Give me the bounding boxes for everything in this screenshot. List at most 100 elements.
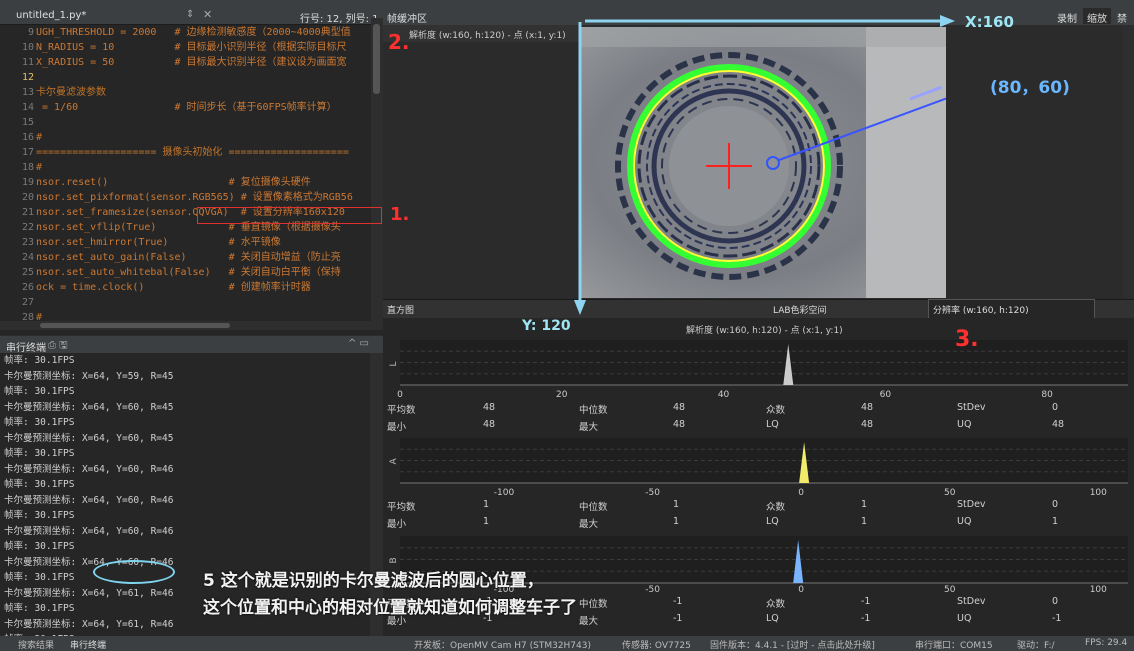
code-line[interactable]: 14 = 1/60 # 时间步长（基于60FPS帧率计算） [0, 100, 371, 115]
line-number: 17 [21, 147, 34, 158]
code-line[interactable]: 27 [0, 295, 371, 310]
stat-value: 1 [483, 516, 490, 527]
stat-label: 最小 [387, 422, 407, 433]
center-coordinate-label: (80，60) [990, 78, 1070, 98]
code-text: = 1/60 # 时间步长（基于60FPS帧率计算） [36, 102, 337, 113]
stat-label: 众数 [766, 405, 786, 416]
cursor-position: 行号: 12, 列号: 1 [300, 14, 379, 25]
code-line[interactable]: 11 X_RADIUS = 50 # 目标最大识别半径（建议设为画面宽 [0, 55, 371, 70]
line-number: 19 [21, 177, 34, 188]
stat-value: 0 [1052, 402, 1059, 413]
frame-buffer-resolution-tab: 解析度 (w:160, h:120) - 点 (x:1, y:1) [383, 25, 580, 42]
zoom-button[interactable]: 缩放 [1083, 8, 1111, 25]
code-line[interactable]: 23 nsor.set_hmirror(True) # 水平镜像 [0, 235, 371, 250]
stat-label: UQ [957, 516, 972, 527]
stat-value: -1 [861, 613, 871, 624]
serial-port-info: 串行端口：COM15 [915, 641, 993, 651]
stat-value: -1 [673, 613, 683, 624]
stat-value: 48 [1052, 419, 1065, 430]
stat-value: 48 [673, 402, 686, 413]
stat-value: 0 [1052, 596, 1059, 607]
code-line[interactable]: 19 nsor.reset() # 复位摄像头硬件 [0, 175, 371, 190]
line-number: 11 [21, 57, 34, 68]
line-number: 15 [21, 117, 34, 128]
frame-buffer-scrollbar[interactable] [1122, 25, 1134, 298]
stat-value: 1 [483, 499, 490, 510]
resolution-label: 分辨率 (w:160, h:120) [933, 306, 1029, 316]
stat-label: UQ [957, 613, 972, 624]
stat-label: StDev [957, 499, 986, 510]
code-text: nsor.reset() # 复位摄像头硬件 [36, 177, 311, 188]
editor-vertical-scroll-thumb[interactable] [373, 24, 380, 94]
annotation-label-1: 1. [390, 204, 410, 225]
code-line[interactable]: 10 N_RADIUS = 10 # 目标最小识别半径（根据实际目标尺 [0, 40, 371, 55]
code-line[interactable]: 9 UGH_THRESHOLD = 2000 # 边缘检测敏感度（2000~400… [0, 25, 371, 40]
line-number: 27 [21, 297, 34, 308]
stat-label: LQ [766, 613, 779, 624]
code-text: UGH_THRESHOLD = 2000 # 边缘检测敏感度（2000~4000… [36, 27, 351, 38]
code-line[interactable]: 15 [0, 115, 371, 130]
stat-label: 最大 [579, 519, 599, 530]
frame-buffer-header [383, 7, 1134, 25]
serial-output-line: 帧率: 30.1FPS [4, 448, 75, 459]
code-text: nsor.set_pixformat(sensor.RGB565) # 设置像素… [36, 192, 353, 203]
code-text: X_RADIUS = 50 # 目标最大识别半径（建议设为画面宽 [36, 57, 347, 68]
explanation-note-line-2: 这个位置和中心的相对位置就知道如何调整车子了 [203, 598, 577, 618]
serial-output-line: 卡尔曼预测坐标: X=64, Y=61, R=46 [4, 618, 174, 630]
editor-tab-name[interactable]: untitled_1.py* [16, 10, 86, 21]
drive-info: 驱动：F:/ [1017, 641, 1055, 651]
line-number: 22 [21, 222, 34, 233]
record-button[interactable]: 录制 [1053, 8, 1081, 25]
line-number: 16 [21, 132, 34, 143]
editor-horizontal-scroll-thumb[interactable] [40, 323, 230, 328]
close-tab-icon[interactable]: ✕ [203, 8, 212, 21]
serial-output-line: 帧率: 30.1FPS [4, 386, 75, 397]
line-number: 26 [21, 282, 34, 293]
serial-output-line: 卡尔曼预测坐标: X=64, Y=60, R=46 [4, 463, 174, 475]
line-number: 13 [21, 87, 34, 98]
code-text: # [36, 132, 43, 143]
disable-button[interactable]: 禁用 [1113, 8, 1134, 40]
serial-terminal-tab[interactable]: 串行终端 [70, 638, 106, 651]
stat-value: 48 [483, 402, 496, 413]
stat-label: UQ [957, 419, 972, 430]
stat-label: 平均数 [387, 502, 416, 513]
code-line[interactable]: 26 ock = time.clock() # 创建帧率计时器 [0, 280, 371, 295]
code-lines[interactable]: 9 UGH_THRESHOLD = 2000 # 边缘检测敏感度（2000~400… [0, 25, 371, 325]
serial-output-line: 卡尔曼预测坐标: X=64, Y=60, R=46 [4, 525, 174, 537]
stat-label: 平均数 [387, 405, 416, 416]
code-line[interactable]: 17 ==================== 摄像头初始化 ==========… [0, 145, 371, 160]
code-line[interactable]: 12 [0, 70, 371, 85]
tab-switch-icon[interactable]: ⇕ [186, 9, 194, 20]
code-line[interactable]: 24 nsor.set_auto_gain(False) # 关闭自动增益（防止亮 [0, 250, 371, 265]
code-line[interactable]: 20 nsor.set_pixformat(sensor.RGB565) # 设置… [0, 190, 371, 205]
stat-value: 1 [861, 499, 868, 510]
qqvga-highlight-box [197, 207, 382, 224]
serial-output-line: 卡尔曼预测坐标: X=64, Y=60, R=45 [4, 432, 174, 444]
code-line[interactable]: 25 nsor.set_auto_whitebal(False) # 关闭自动白平… [0, 265, 371, 280]
serial-window-controls[interactable]: ^ ▭ [348, 338, 369, 349]
annotation-label-2: 2. [388, 30, 410, 54]
x-resolution-label: X:160 [965, 13, 1014, 31]
stat-value: 48 [673, 419, 686, 430]
stat-value: 0 [1052, 499, 1059, 510]
code-line[interactable]: 16 # [0, 130, 371, 145]
status-bar: 搜索结果 串行终端 开发板：OpenMV Cam H7 (STM32H743) … [0, 636, 1134, 651]
code-text: ==================== 摄像头初始化 ============… [36, 147, 349, 158]
explanation-note-line-1: 5 这个就是识别的卡尔曼滤波后的圆心位置， [203, 571, 544, 591]
colorspace-selector[interactable]: LAB色彩空间 [773, 303, 827, 316]
stat-value: -1 [673, 596, 683, 607]
code-editor[interactable]: untitled_1.py* ⇕ ✕ 行号: 12, 列号: 1 9 UGH_TH… [0, 7, 383, 335]
camera-frame-image [580, 27, 946, 298]
code-line[interactable]: 13 卡尔曼滤波参数 [0, 85, 371, 100]
stat-label: LQ [766, 419, 779, 430]
line-number: 20 [21, 192, 34, 203]
editor-tab-bar: untitled_1.py* ⇕ ✕ 行号: 12, 列号: 1 [0, 7, 383, 25]
stat-value: 48 [483, 419, 496, 430]
stat-label: StDev [957, 596, 986, 607]
firmware-info[interactable]: 固件版本：4.4.1 - [过时 - 点击此处升级] [710, 638, 875, 651]
line-number: 24 [21, 252, 34, 263]
line-number: 12 [21, 72, 34, 83]
code-line[interactable]: 18 # [0, 160, 371, 175]
search-results-tab[interactable]: 搜索结果 [18, 638, 54, 651]
